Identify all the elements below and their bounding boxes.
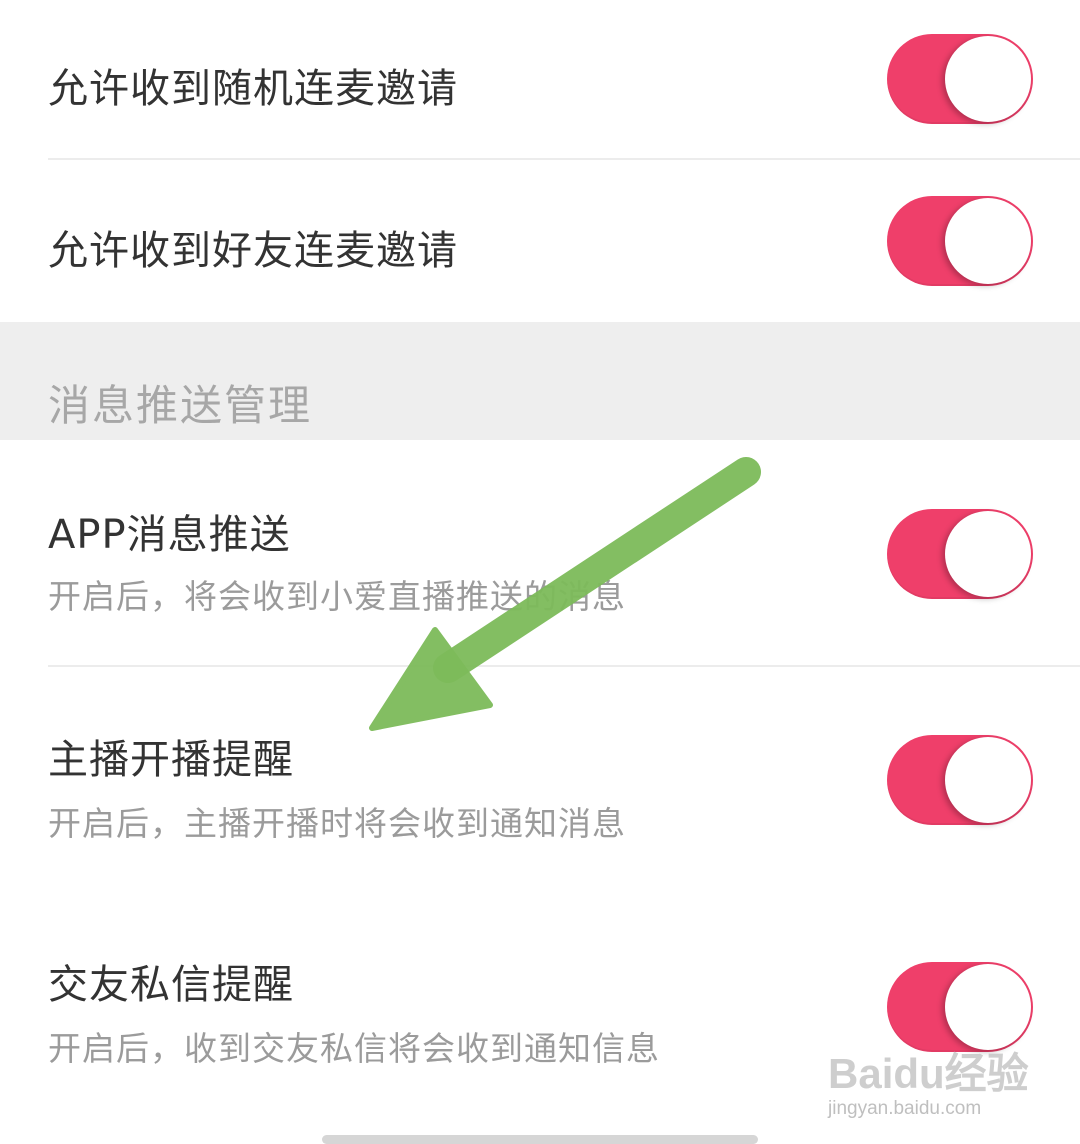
toggle-knob bbox=[945, 36, 1031, 122]
app-push-toggle[interactable] bbox=[887, 509, 1033, 599]
setting-description: 开启后，主播开播时将会收到通知消息 bbox=[48, 804, 626, 843]
friend-mic-invite-toggle[interactable] bbox=[887, 196, 1033, 286]
section-header: 消息推送管理 bbox=[0, 322, 1080, 440]
setting-row-private-message-reminder: 交友私信提醒 开启后，收到交友私信将会收到通知信息 bbox=[0, 890, 1080, 1130]
home-indicator bbox=[322, 1135, 758, 1144]
setting-row-random-mic-invite: 允许收到随机连麦邀请 bbox=[0, 0, 1080, 158]
setting-description: 开启后，收到交友私信将会收到通知信息 bbox=[48, 1029, 660, 1068]
section-title: 消息推送管理 bbox=[48, 381, 313, 430]
setting-row-streamer-live-reminder: 主播开播提醒 开启后，主播开播时将会收到通知消息 bbox=[0, 667, 1080, 890]
setting-label: 允许收到随机连麦邀请 bbox=[48, 66, 458, 112]
setting-row-app-push: APP消息推送 开启后，将会收到小爱直播推送的消息 bbox=[0, 440, 1080, 665]
setting-label: 允许收到好友连麦邀请 bbox=[48, 228, 458, 274]
setting-description: 开启后，将会收到小爱直播推送的消息 bbox=[48, 577, 626, 616]
streamer-live-reminder-toggle[interactable] bbox=[887, 735, 1033, 825]
random-mic-invite-toggle[interactable] bbox=[887, 34, 1033, 124]
toggle-knob bbox=[945, 198, 1031, 284]
setting-label: 主播开播提醒 bbox=[48, 737, 294, 783]
toggle-knob bbox=[945, 511, 1031, 597]
setting-row-friend-mic-invite: 允许收到好友连麦邀请 bbox=[0, 160, 1080, 322]
toggle-knob bbox=[945, 964, 1031, 1050]
setting-label: APP消息推送 bbox=[48, 512, 291, 558]
setting-label: 交友私信提醒 bbox=[48, 962, 294, 1008]
private-message-reminder-toggle[interactable] bbox=[887, 962, 1033, 1052]
toggle-knob bbox=[945, 737, 1031, 823]
